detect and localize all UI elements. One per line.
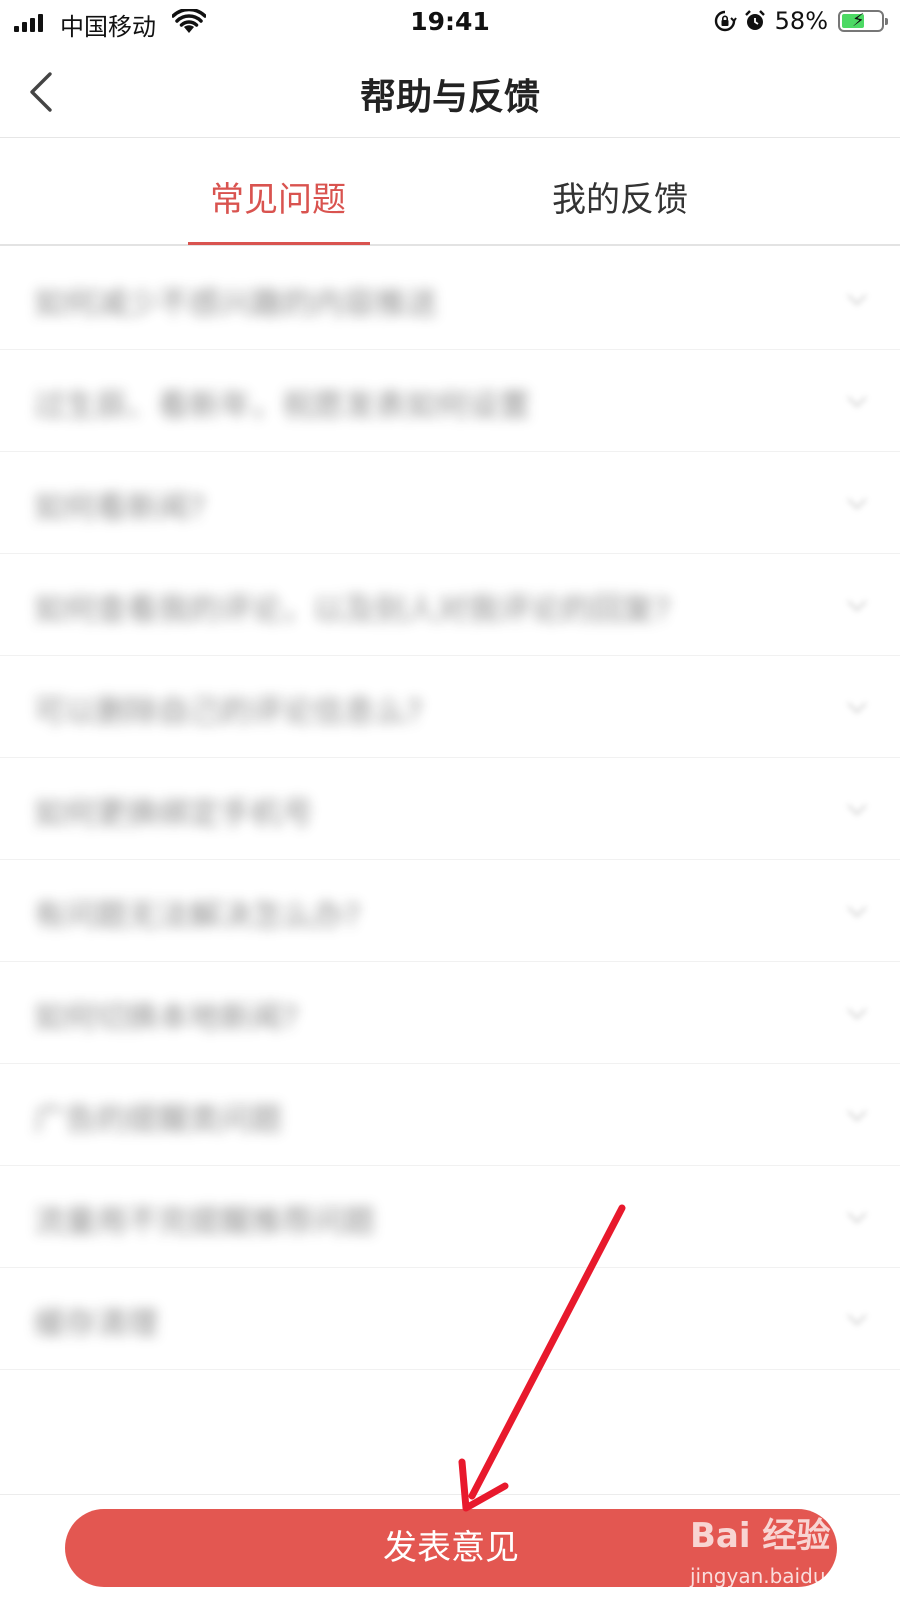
watermark-logo: Bai 经验 xyxy=(690,1516,831,1556)
faq-item[interactable]: 可以删除自己的评论信息么? xyxy=(0,656,900,758)
page-title: 帮助与反馈 xyxy=(359,77,540,118)
watermark-url: jingyan.baidu.com xyxy=(690,1564,875,1588)
faq-item[interactable]: 流量用不完提醒推荐问题 xyxy=(0,1166,900,1268)
faq-question: 如何更换绑定手机号 xyxy=(34,796,313,832)
faq-question: 如何看新闻? xyxy=(34,490,206,526)
tab-my-feedback[interactable]: 我的反馈 xyxy=(552,172,688,221)
faq-item[interactable]: 如何减少不感兴趣的内容推送 xyxy=(0,248,900,350)
chevron-down-icon xyxy=(847,1008,867,1020)
status-right: 58% ⚡ xyxy=(713,7,888,35)
faq-item[interactable]: 广告的提醒类问题 xyxy=(0,1064,900,1166)
chevron-down-icon xyxy=(847,702,867,714)
battery-charging-icon: ⚡ xyxy=(838,10,888,32)
nav-bar: 帮助与反馈 xyxy=(0,46,900,138)
chevron-down-icon xyxy=(847,498,867,510)
faq-question: 如何减少不感兴趣的内容推送 xyxy=(34,286,437,322)
watermark: Bai 经验 jingyan.baidu.com xyxy=(680,1504,900,1600)
chevron-down-icon xyxy=(847,600,867,612)
tab-faq[interactable]: 常见问题 xyxy=(210,172,346,221)
chevron-down-icon xyxy=(847,906,867,918)
rotation-lock-icon xyxy=(714,10,737,32)
faq-question: 如何切换本地新闻? xyxy=(34,1000,299,1036)
faq-question: 流量用不完提醒推荐问题 xyxy=(34,1204,375,1240)
faq-question: 缓存清理 xyxy=(34,1306,158,1342)
faq-item[interactable]: 如何看新闻? xyxy=(0,452,900,554)
chevron-down-icon xyxy=(847,1110,867,1122)
faq-question: 可以删除自己的评论信息么? xyxy=(34,694,423,730)
faq-item[interactable]: 如何查看我的评论，以及别人对我评论的回复? xyxy=(0,554,900,656)
tab-bar: 常见问题 我的反馈 xyxy=(0,138,900,246)
faq-item[interactable]: 如何切换本地新闻? xyxy=(0,962,900,1064)
faq-question: 有问题无法解决怎么办? xyxy=(34,898,361,934)
chevron-down-icon xyxy=(847,396,867,408)
faq-question: 过生辰、看新年，祝愿发表如何设置 xyxy=(34,388,530,424)
faq-item[interactable]: 过生辰、看新年，祝愿发表如何设置 xyxy=(0,350,900,452)
chevron-down-icon xyxy=(847,294,867,306)
chevron-down-icon xyxy=(847,804,867,816)
faq-question: 广告的提醒类问题 xyxy=(34,1102,282,1138)
faq-question: 如何查看我的评论，以及别人对我评论的回复? xyxy=(34,592,671,628)
chevron-down-icon xyxy=(847,1314,867,1326)
faq-list: 如何减少不感兴趣的内容推送 过生辰、看新年，祝愿发表如何设置 如何看新闻? 如何… xyxy=(0,248,900,1370)
faq-item[interactable]: 有问题无法解决怎么办? xyxy=(0,860,900,962)
alarm-icon xyxy=(744,10,765,30)
status-bar: 中国移动 19:41 58% ⚡ xyxy=(0,0,900,46)
faq-item[interactable]: 缓存清理 xyxy=(0,1268,900,1370)
active-tab-indicator xyxy=(188,242,370,245)
battery-percent: 58% xyxy=(774,7,828,35)
chevron-down-icon xyxy=(847,1212,867,1224)
faq-item[interactable]: 如何更换绑定手机号 xyxy=(0,758,900,860)
